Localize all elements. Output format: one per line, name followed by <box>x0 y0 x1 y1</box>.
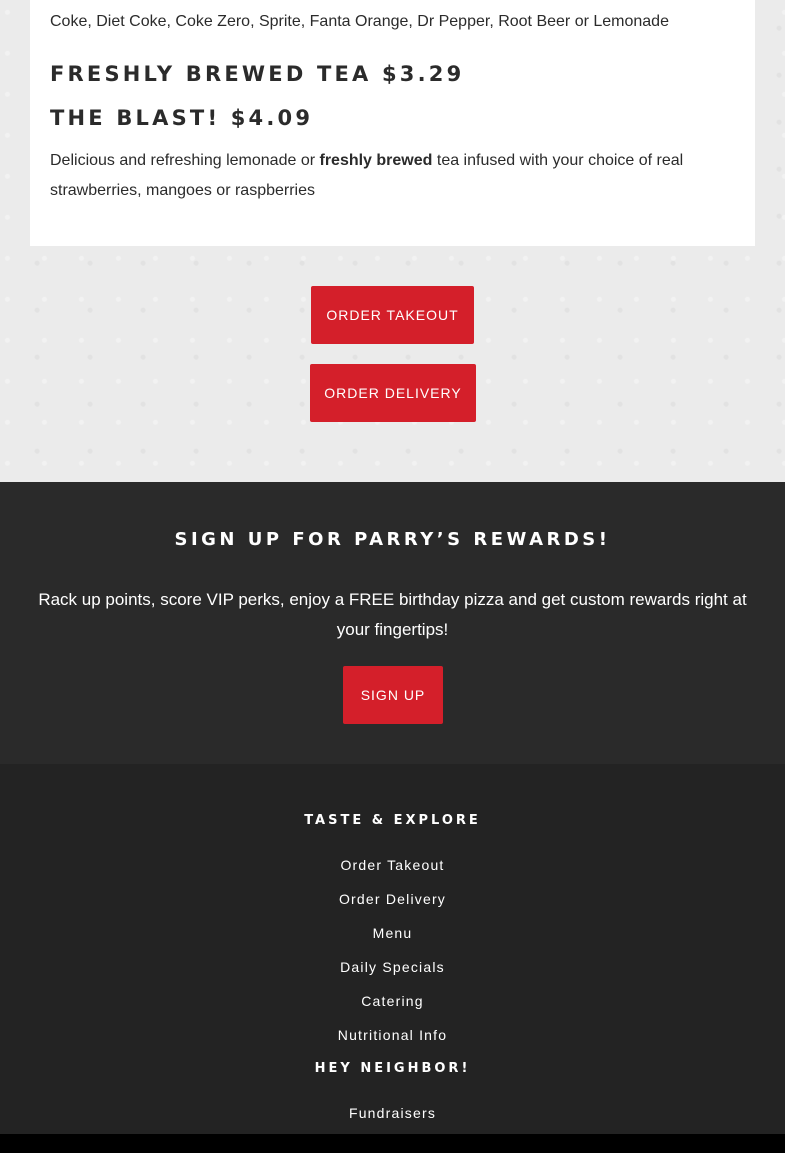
order-delivery-button[interactable]: ORDER DELIVERY <box>310 364 476 422</box>
soda-description: Coke, Diet Coke, Coke Zero, Sprite, Fant… <box>50 13 669 30</box>
footer-link-catering[interactable]: Catering <box>0 992 785 1010</box>
footer-heading-taste-explore: TASTE & EXPLORE <box>304 813 481 828</box>
footer-link-daily-specials[interactable]: Daily Specials <box>0 958 785 976</box>
bottom-bar <box>0 1134 785 1153</box>
footer-link-nutritional-info[interactable]: Nutritional Info <box>0 1026 785 1044</box>
rewards-text: Rack up points, score VIP perks, enjoy a… <box>38 590 747 639</box>
footer-link-fundraisers[interactable]: Fundraisers <box>0 1104 785 1122</box>
order-takeout-button[interactable]: ORDER TAKEOUT <box>311 286 474 344</box>
blast-desc-bold: freshly brewed <box>319 152 433 169</box>
footer-link-order-delivery[interactable]: Order Delivery <box>0 890 785 908</box>
rewards-title: SIGN UP FOR PARRY’S REWARDS! <box>174 529 611 550</box>
blast-heading: THE BLAST! $4.09 <box>50 106 314 130</box>
blast-desc-start: Delicious and refreshing lemonade or <box>50 152 320 169</box>
tea-heading: FRESHLY BREWED TEA $3.29 <box>50 62 465 86</box>
footer-heading-hey-neighbor: HEY NEIGHBOR! <box>314 1061 471 1076</box>
footer-link-menu[interactable]: Menu <box>0 924 785 942</box>
blast-description: Delicious and refreshing lemonade or fre… <box>50 146 710 206</box>
sign-up-button[interactable]: SIGN UP <box>343 666 443 724</box>
footer-link-order-takeout[interactable]: Order Takeout <box>0 856 785 874</box>
